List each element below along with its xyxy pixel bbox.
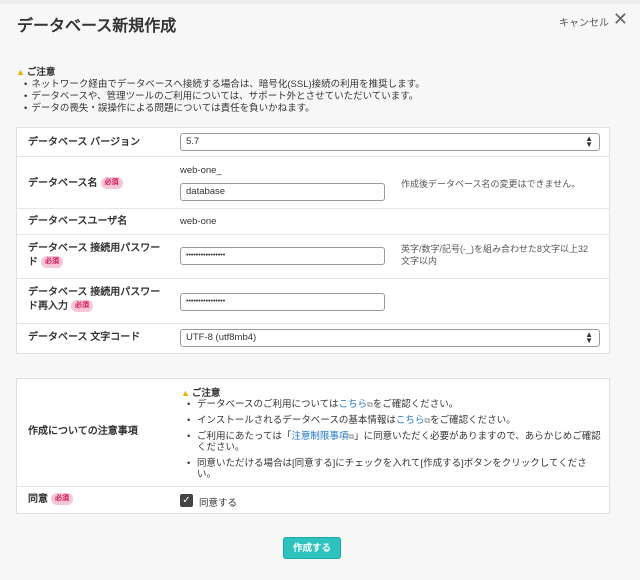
required-badge: 必須 (71, 300, 93, 313)
db-user-value: web-one (180, 216, 217, 227)
create-database-modal: データベース新規作成 キャンセル ✕ ▲ご注意 ネットワーク経由でデータベースへ… (0, 4, 640, 580)
version-label: データベース バージョン (28, 137, 141, 148)
db-user-label: データベースユーザ名 (28, 216, 128, 227)
notice-box: ▲ご注意 ネットワーク経由でデータベースへ接続する場合は、暗号化(SSL)接続の… (16, 66, 616, 115)
charset-label: データベース 文字コード (28, 332, 141, 343)
version-value: 5.7 (186, 136, 200, 147)
caution-label: 作成についての注意事項 (28, 426, 138, 437)
select-arrows-icon: ▲ ▼ (585, 134, 593, 149)
usage-info-link[interactable]: こちら (339, 399, 368, 410)
password-confirm-label: データベース 接続用パスワー ド再入力 必須 (28, 287, 161, 313)
required-badge: 必須 (41, 256, 63, 269)
row-db-name: データベース名 必須 web-one_ database 作成後データベース名の変… (17, 157, 609, 209)
warning-icon: ▲ (16, 67, 25, 77)
password-hint: 英字/数字/記号(-_)を組み合わせた8文字以上32 文字以内 (401, 244, 589, 266)
charset-select[interactable]: UTF-8 (utf8mb4) ▲ ▼ (180, 329, 600, 347)
select-arrows-icon: ▲ ▼ (585, 330, 593, 345)
row-version: データベース バージョン 5.7 ▲ ▼ (17, 128, 609, 157)
db-name-prefix: web-one_ (180, 165, 222, 176)
agree-checkbox-label[interactable]: 同意する (199, 495, 237, 509)
caution-heading: ▲ ご注意 (181, 388, 221, 399)
modal-header: データベース新規作成 キャンセル ✕ (0, 4, 640, 38)
caution-item: 同意いただける場合は[同意する]にチェックを入れて[作成する]ボタンをクリックし… (187, 458, 605, 480)
row-caution: 作成についての注意事項 ▲ご注意 データベースのご利用についてはこちら⧉をご確認… (17, 379, 609, 487)
notice-item: データベースや、管理ツールのご利用については、サポート外とさせていただいています… (24, 91, 616, 103)
row-password: データベース 接続用パスワード必須 •••••••••••••••• 英字/数字… (17, 235, 609, 279)
required-badge: 必須 (100, 177, 123, 190)
agree-label: 同意 必須 (28, 493, 73, 507)
notice-list: ネットワーク経由でデータベースへ接続する場合は、暗号化(SSL)接続の利用を推奨… (16, 79, 616, 115)
caution-list: データベースのご利用についてはこちら⧉をご確認ください。 インストールされるデー… (187, 399, 605, 485)
password-input[interactable]: •••••••••••••••• (180, 247, 385, 265)
close-icon[interactable]: ✕ (613, 9, 628, 30)
basic-info-link[interactable]: こちら (396, 415, 425, 426)
notice-item: データの喪失・誤操作による問題については責任を負いかねます。 (24, 103, 616, 115)
agree-checkbox[interactable]: ✓ (180, 494, 193, 507)
caution-item: インストールされるデータベースの基本情報はこちら⧉をご確認ください。 (187, 415, 605, 426)
db-name-label: データベース名 必須 (28, 177, 123, 191)
page-title: データベース新規作成 (17, 18, 177, 35)
create-button[interactable]: 作成する (283, 537, 341, 559)
restrictions-link[interactable]: 注意制限事項 (291, 431, 348, 442)
row-agree: 同意 必須 ✓ 同意する (17, 487, 609, 513)
notice-heading: ▲ ご注意 (16, 67, 56, 78)
notice-item: ネットワーク経由でデータベースへ接続する場合は、暗号化(SSL)接続の利用を推奨… (24, 79, 616, 91)
row-charset: データベース 文字コード UTF-8 (utf8mb4) ▲ ▼ (17, 324, 609, 353)
cancel-button[interactable]: キャンセル (559, 14, 609, 29)
version-select[interactable]: 5.7 ▲ ▼ (180, 133, 600, 151)
password-label: データベース 接続用パスワード必須 (28, 243, 161, 269)
db-name-hint: 作成後データベース名の変更はできません。 (401, 179, 581, 189)
caution-item: データベースのご利用についてはこちら⧉をご確認ください。 (187, 399, 605, 410)
caution-item: ご利用にあたっては「注意制限事項⧉」に同意いただく必要がありますので、あらかじめ… (187, 431, 605, 453)
db-name-input[interactable]: database (180, 183, 385, 201)
database-form: データベース バージョン 5.7 ▲ ▼ データベース名 必須 web-one_ d… (16, 127, 610, 354)
password-confirm-input[interactable]: •••••••••••••••• (180, 293, 385, 311)
row-db-user: データベースユーザ名 web-one (17, 209, 609, 235)
row-password-confirm: データベース 接続用パスワー ド再入力 必須 •••••••••••••••• (17, 279, 609, 324)
required-badge: 必須 (51, 493, 73, 506)
warning-icon: ▲ (181, 388, 190, 398)
agreement-panel: 作成についての注意事項 ▲ご注意 データベースのご利用についてはこちら⧉をご確認… (16, 378, 610, 514)
charset-value: UTF-8 (utf8mb4) (186, 332, 257, 343)
